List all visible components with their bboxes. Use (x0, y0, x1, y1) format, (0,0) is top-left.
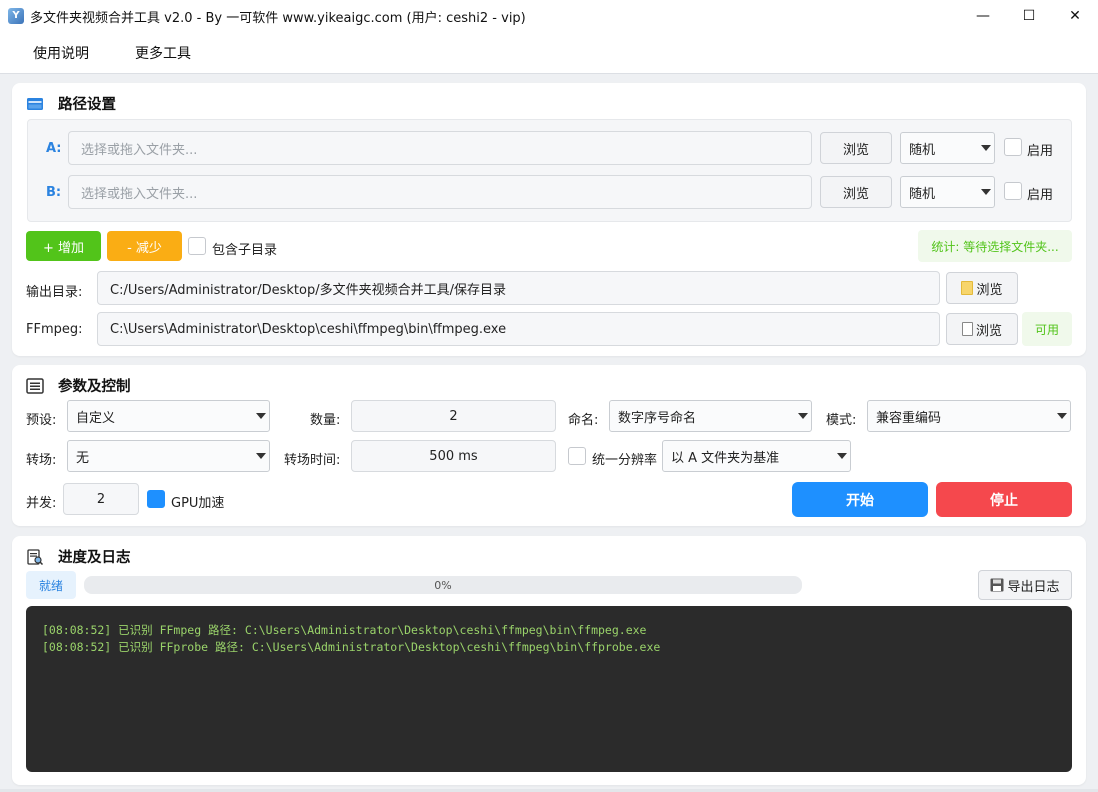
output-browse-button[interactable]: 浏览 (946, 272, 1018, 304)
folder-b-order-select[interactable]: 随机 (900, 176, 995, 208)
chevron-down-icon (834, 441, 850, 471)
list-icon (26, 377, 44, 394)
folder-b-label: B: (46, 185, 62, 200)
preset-select[interactable]: 自定义 (67, 400, 270, 432)
include-subdirs-checkbox[interactable] (188, 237, 206, 255)
path-settings-title: 路径设置 (26, 93, 116, 114)
remove-folder-button[interactable]: - 减少 (107, 231, 182, 261)
export-log-button[interactable]: 导出日志 (978, 570, 1072, 600)
mode-value: 兼容重编码 (876, 410, 942, 426)
resolution-base-value: 以 A 文件夹为基准 (671, 450, 780, 466)
transition-label: 转场: (26, 453, 57, 468)
app-icon: Y (8, 8, 24, 24)
folder-a-input[interactable]: 选择或拖入文件夹... (68, 131, 812, 165)
count-input[interactable]: 2 (351, 400, 556, 432)
folder-b-enable-checkbox[interactable] (1004, 182, 1022, 200)
progress-text: 0% (434, 578, 452, 592)
transition-value: 无 (76, 450, 90, 466)
naming-select[interactable]: 数字序号命名 (609, 400, 812, 432)
section-title: 路径设置 (58, 97, 116, 113)
section-title: 进度及日志 (58, 550, 131, 566)
section-title: 参数及控制 (58, 379, 131, 395)
menu-bar: 使用说明 更多工具 (0, 32, 1098, 74)
title-bar: Y 多文件夹视频合并工具 v2.0 - By 一可软件 www.yikeaigc… (0, 0, 1098, 32)
ffmpeg-browse-button[interactable]: 浏览 (946, 313, 1018, 345)
path-settings-card: 路径设置 A: 选择或拖入文件夹... 浏览 随机 启用 B: 选择或拖入文件夹… (12, 83, 1086, 356)
folder-b-order-value: 随机 (909, 186, 936, 202)
concurrency-label: 并发: (26, 496, 57, 511)
chevron-down-icon (253, 401, 269, 431)
naming-label: 命名: (568, 413, 599, 428)
window-title: 多文件夹视频合并工具 v2.0 - By 一可软件 www.yikeaigc.c… (30, 10, 526, 26)
transition-time-label: 转场时间: (284, 453, 341, 468)
output-dir-label: 输出目录: (26, 285, 83, 300)
transition-time-input[interactable]: 500 ms (351, 440, 556, 472)
progress-bar: 0% (84, 576, 802, 594)
count-label: 数量: (310, 413, 341, 428)
folder-a-label: A: (46, 141, 62, 156)
chevron-down-icon (1054, 401, 1070, 431)
folder-a-enable-checkbox[interactable] (1004, 138, 1022, 156)
start-button[interactable]: 开始 (792, 482, 928, 517)
ffmpeg-label: FFmpeg: (26, 322, 83, 337)
chevron-down-icon (795, 401, 811, 431)
minimize-button[interactable]: — (960, 0, 1006, 32)
save-icon (990, 578, 1004, 592)
export-log-label: 导出日志 (1007, 579, 1060, 595)
gpu-label: GPU加速 (171, 496, 225, 511)
folder-a-order-select[interactable]: 随机 (900, 132, 995, 164)
ffmpeg-path-input[interactable]: C:\Users\Administrator\Desktop\ceshi\ffm… (97, 312, 940, 346)
log-line: [08:08:52] 已识别 FFprobe 路径: C:\Users\Admi… (42, 640, 661, 654)
log-line: [08:08:52] 已识别 FFmpeg 路径: C:\Users\Admin… (42, 623, 647, 637)
params-title: 参数及控制 (26, 375, 131, 396)
folder-b-browse-button[interactable]: 浏览 (820, 176, 892, 208)
menu-more-tools[interactable]: 更多工具 (135, 43, 191, 63)
unify-resolution-label: 统一分辨率 (592, 453, 658, 468)
output-browse-label: 浏览 (976, 282, 1003, 298)
log-title: 进度及日志 (26, 546, 131, 567)
resolution-base-select[interactable]: 以 A 文件夹为基准 (662, 440, 851, 472)
maximize-button[interactable]: ☐ (1006, 0, 1052, 32)
file-icon (961, 322, 973, 336)
folder-list: A: 选择或拖入文件夹... 浏览 随机 启用 B: 选择或拖入文件夹... 浏… (27, 119, 1072, 222)
folder-icon (27, 97, 43, 110)
chevron-down-icon (253, 441, 269, 471)
output-dir-input[interactable]: C:/Users/Administrator/Desktop/多文件夹视频合并工… (97, 271, 940, 305)
params-card: 参数及控制 预设: 自定义 数量: 2 命名: 数字序号命名 模式: 兼容重编码… (12, 365, 1086, 526)
window-controls: — ☐ ✕ (960, 0, 1098, 32)
concurrency-input[interactable]: 2 (63, 483, 139, 515)
preset-value: 自定义 (76, 410, 116, 426)
stats-badge: 统计: 等待选择文件夹... (918, 230, 1072, 262)
chevron-down-icon (978, 177, 994, 207)
folder-a-order-value: 随机 (909, 142, 936, 158)
gpu-checkbox[interactable] (147, 490, 165, 508)
mode-select[interactable]: 兼容重编码 (867, 400, 1071, 432)
chevron-down-icon (978, 133, 994, 163)
folder-b-enable-label: 启用 (1027, 188, 1054, 203)
document-search-icon (27, 548, 44, 565)
folder-b-input[interactable]: 选择或拖入文件夹... (68, 175, 812, 209)
naming-value: 数字序号命名 (618, 410, 697, 426)
include-subdirs-label: 包含子目录 (212, 243, 278, 258)
folder-a-browse-button[interactable]: 浏览 (820, 132, 892, 164)
add-folder-button[interactable]: + 增加 (26, 231, 101, 261)
folder-icon (961, 281, 974, 295)
ffmpeg-browse-label: 浏览 (975, 323, 1002, 339)
ffmpeg-status-badge: 可用 (1022, 312, 1072, 346)
folder-a-enable-label: 启用 (1027, 144, 1054, 159)
menu-usage[interactable]: 使用说明 (33, 43, 89, 63)
status-badge: 就绪 (26, 571, 76, 599)
mode-label: 模式: (826, 413, 857, 428)
unify-resolution-checkbox[interactable] (568, 447, 586, 465)
log-card: 进度及日志 就绪 0% 导出日志 [08:08:52] 已识别 FFmpeg 路… (12, 536, 1086, 785)
preset-label: 预设: (26, 413, 57, 428)
log-console[interactable]: [08:08:52] 已识别 FFmpeg 路径: C:\Users\Admin… (26, 606, 1072, 772)
stop-button[interactable]: 停止 (936, 482, 1072, 517)
transition-select[interactable]: 无 (67, 440, 270, 472)
close-button[interactable]: ✕ (1052, 0, 1098, 32)
